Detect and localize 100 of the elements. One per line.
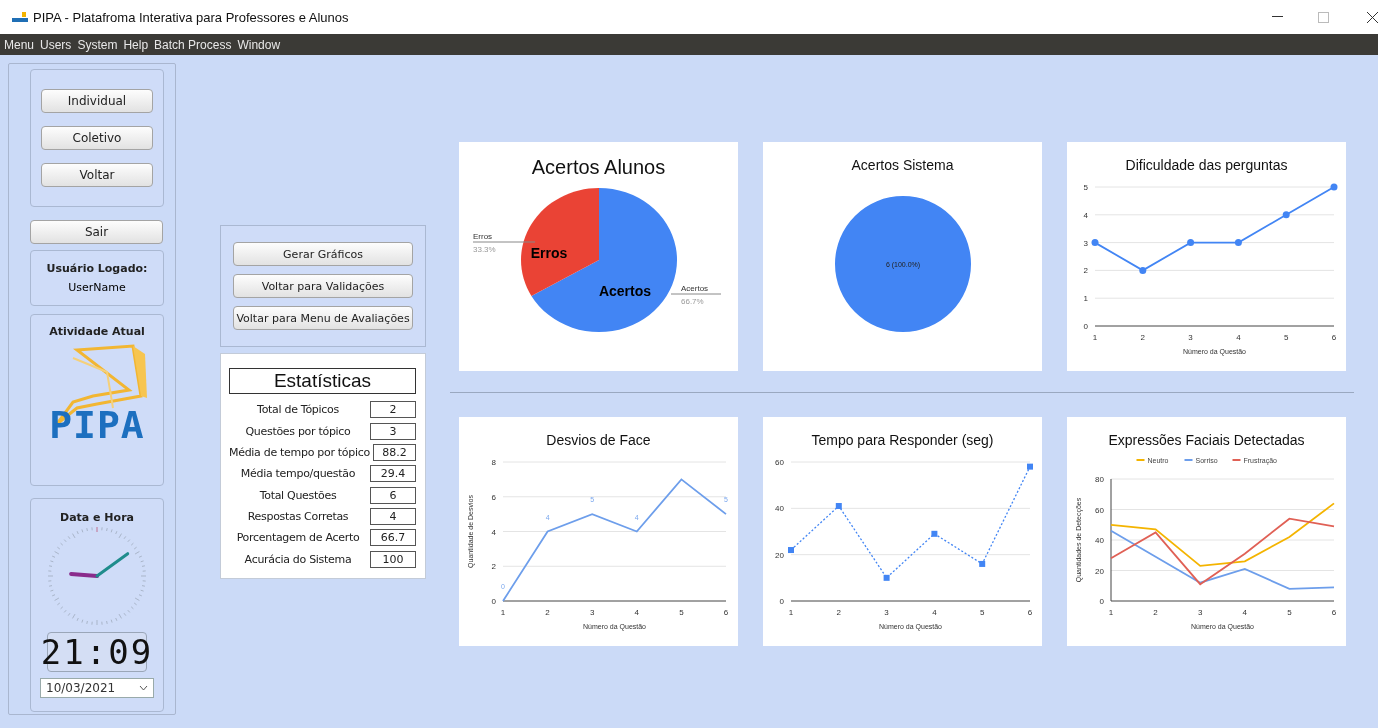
slice-category-label: Erros (473, 232, 493, 241)
app-icon (12, 11, 28, 23)
data-point (931, 530, 938, 537)
activity-heading: Atividade Atual (49, 325, 145, 338)
action-button[interactable]: Gerar Gráficos (233, 242, 413, 266)
nav-button[interactable]: Voltar (41, 163, 153, 187)
chart-title: Desvios de Face (546, 432, 651, 448)
chart-title: Expressões Faciais Detectadas (1108, 432, 1305, 448)
data-point (788, 547, 794, 554)
x-tick-label: 5 (979, 608, 985, 617)
data-point (883, 574, 890, 581)
menu-item[interactable]: System (77, 37, 118, 52)
date-picker[interactable]: 10/03/2021 (40, 678, 154, 698)
stat-value-field: 2 (370, 401, 416, 419)
y-tick-label: 40 (1095, 536, 1104, 545)
nav-button[interactable]: Coletivo (41, 126, 153, 150)
data-point (1139, 266, 1147, 274)
action-button[interactable]: Voltar para Validações (233, 274, 413, 298)
stat-value-field: 100 (370, 550, 416, 568)
x-tick-label: 4 (1242, 608, 1248, 617)
x-tick-label: 2 (1153, 608, 1158, 617)
y-tick-label: 0 (1083, 322, 1088, 331)
y-tick-label: 0 (491, 597, 496, 606)
x-tick-label: 1 (500, 608, 506, 617)
exit-button[interactable]: Sair (30, 220, 163, 244)
stat-label: Média de tempo por tópico (229, 445, 370, 459)
data-point (1027, 463, 1033, 470)
stat-value-field: 29.4 (370, 465, 416, 483)
data-point (1330, 183, 1338, 191)
x-tick-label: 2 (836, 608, 842, 617)
data-point (835, 503, 842, 509)
x-tick-label: 3 (884, 608, 889, 617)
action-button[interactable]: Voltar para Menu de Avaliações (233, 306, 413, 330)
data-point (1234, 239, 1242, 247)
chart-title: Dificuldade das perguntas (1125, 157, 1288, 173)
x-tick-label: 2 (545, 608, 550, 617)
chart-title: Acertos Alunos (531, 156, 666, 178)
stat-value-field: 88.2 (372, 443, 416, 461)
maximize-icon (1317, 11, 1329, 23)
chart-title: Acertos Sistema (851, 157, 954, 173)
x-tick-label: 1 (1108, 608, 1114, 617)
y-tick-label: 6 (491, 492, 496, 502)
menu-item[interactable]: Batch Process (154, 37, 232, 52)
x-tick-label: 6 (723, 608, 729, 617)
x-tick-label: 4 (932, 608, 937, 617)
close-icon (1367, 11, 1378, 23)
slice-label: Erros (530, 245, 568, 261)
slice-percent-label: 33.3% (473, 245, 496, 254)
stat-value-field: 4 (370, 508, 416, 526)
stat-label: Porcentagem de Acerto (235, 531, 361, 545)
user-heading: Usuário Logado: (46, 262, 148, 275)
y-tick-label: 60 (775, 458, 784, 467)
window-title: PIPA - Platafroma Interativa para Professores e Alunos (33, 9, 350, 25)
menu-item[interactable]: Menu (4, 37, 35, 52)
chart-title: Tempo para Responder (seg) (811, 432, 994, 448)
y-tick-label: 2 (1083, 266, 1088, 276)
menu-item[interactable]: Users (40, 37, 72, 52)
y-tick-label: 1 (1083, 294, 1088, 304)
datetime-heading: Data e Hora (60, 511, 134, 524)
y-tick-label: 8 (491, 458, 496, 467)
stat-label: Média tempo/questão (239, 467, 357, 481)
y-tick-label: 2 (491, 562, 496, 572)
y-tick-label: 3 (1083, 238, 1088, 248)
x-tick-label: 3 (1197, 608, 1203, 617)
leader-line (670, 293, 722, 295)
stat-label: Acurácia do Sistema (243, 552, 353, 566)
stat-label: Total Questões (258, 488, 338, 502)
slice-label: Acertos (598, 283, 652, 299)
x-tick-label: 5 (1287, 608, 1292, 617)
y-tick-label: 60 (1095, 505, 1104, 515)
x-tick-label: 6 (1331, 333, 1337, 342)
x-tick-label: 2 (1140, 333, 1146, 342)
leader-line (472, 241, 536, 243)
data-point (1091, 239, 1099, 247)
stat-value-field: 3 (370, 422, 416, 440)
x-tick-label: 5 (679, 608, 684, 617)
y-tick-label: 0 (779, 597, 784, 606)
nav-button[interactable]: Individual (41, 89, 153, 113)
y-tick-label: 20 (775, 550, 784, 560)
menu-item[interactable]: Window (237, 37, 281, 52)
y-tick-label: 4 (491, 527, 496, 537)
x-tick-label: 5 (1283, 333, 1289, 342)
user-name: UserName (68, 281, 126, 294)
x-tick-label: 6 (1331, 608, 1337, 617)
stat-value-field: 6 (370, 486, 416, 504)
stat-label: Respostas Corretas (246, 510, 350, 524)
slice-percent-label: 66.7% (681, 297, 704, 306)
x-tick-label: 1 (1092, 333, 1098, 342)
x-tick-label: 3 (1188, 333, 1193, 342)
stat-value-field: 66.7 (370, 529, 416, 547)
minimize-icon (1271, 16, 1283, 18)
slice-category-label: Acertos (681, 284, 709, 293)
data-point (1187, 239, 1195, 247)
y-tick-label: 20 (1095, 566, 1104, 576)
x-tick-label: 6 (1027, 608, 1033, 617)
x-tick-label: 4 (634, 608, 640, 617)
menu-item[interactable]: Help (123, 37, 149, 52)
y-tick-label: 5 (1083, 183, 1088, 192)
statistics-title: Estatísticas (229, 368, 416, 394)
caret-icon (139, 685, 148, 691)
